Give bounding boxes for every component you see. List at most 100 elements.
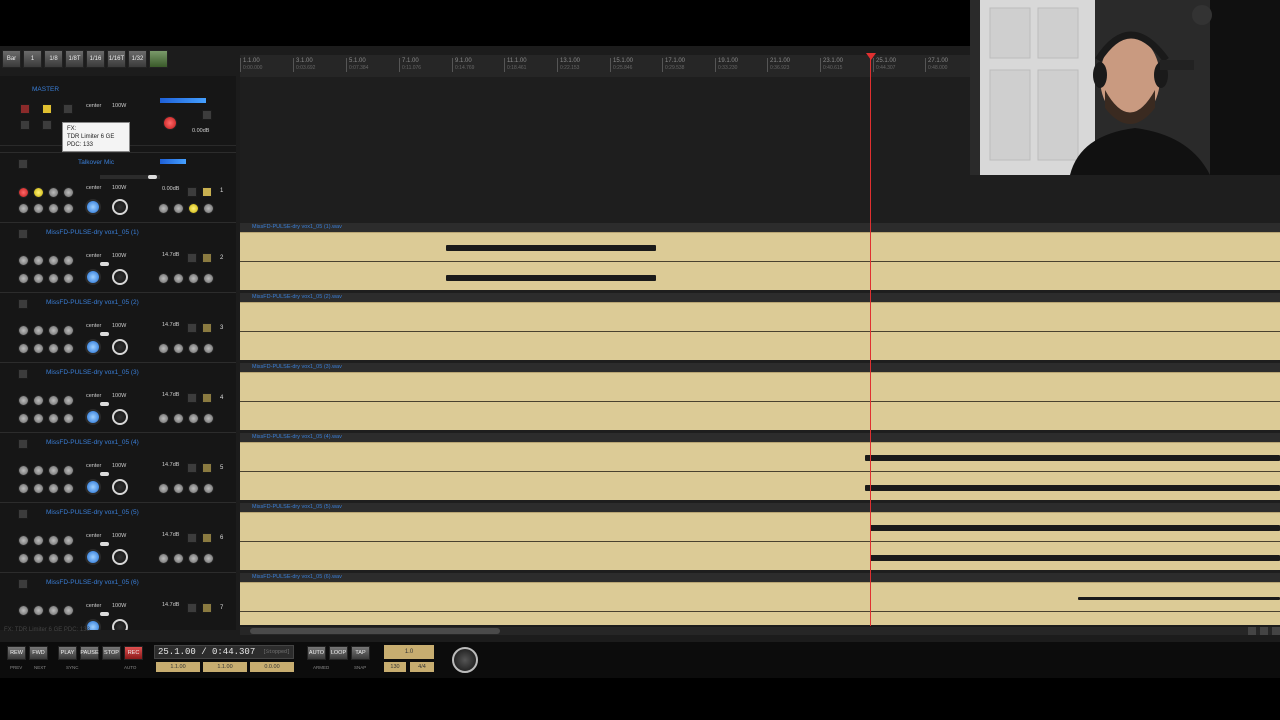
playhead-marker[interactable] xyxy=(866,53,876,60)
track-folder-icon[interactable] xyxy=(18,439,28,449)
talkover-solo-button[interactable] xyxy=(63,187,74,198)
grid-1-8-button[interactable]: 1/8 xyxy=(44,50,63,68)
track-fx-button[interactable] xyxy=(18,553,29,564)
track-monitor-button[interactable] xyxy=(33,255,44,266)
track-freeze-button[interactable] xyxy=(173,483,184,494)
track-env-toggle[interactable] xyxy=(202,393,212,403)
track-solo-button[interactable] xyxy=(63,255,74,266)
track-monitor-button[interactable] xyxy=(33,325,44,336)
track-lock-button[interactable] xyxy=(158,413,169,424)
talkover-env-button[interactable] xyxy=(33,203,44,214)
track-mute-button[interactable] xyxy=(48,395,59,406)
track-env-button[interactable] xyxy=(33,553,44,564)
track-phase-button[interactable] xyxy=(63,273,74,284)
track-solo-button[interactable] xyxy=(63,535,74,546)
audio-clip[interactable] xyxy=(240,372,1280,430)
track-folder-icon[interactable] xyxy=(18,369,28,379)
horizontal-scrollbar[interactable] xyxy=(240,627,1280,635)
talkover-width-knob[interactable] xyxy=(112,199,128,215)
zoom-in-button[interactable] xyxy=(1260,627,1268,635)
grid-1-16-button[interactable]: 1/16 xyxy=(86,50,105,68)
talkover-fader[interactable] xyxy=(100,175,160,179)
track-io-button[interactable] xyxy=(48,483,59,494)
master-io-button[interactable] xyxy=(20,120,30,130)
clip-header[interactable]: MissFD-PULSE-dry vox1_05 (2).wav xyxy=(240,293,1280,302)
track-freeze-button[interactable] xyxy=(173,273,184,284)
track-route-button[interactable] xyxy=(187,463,197,473)
jog-wheel-icon[interactable] xyxy=(452,647,478,673)
tap-button[interactable]: TAP xyxy=(351,646,370,660)
track-arm-button[interactable] xyxy=(18,465,29,476)
talkover-lock-button[interactable] xyxy=(158,203,169,214)
forward-button[interactable]: FWD xyxy=(29,646,48,660)
audio-clip[interactable] xyxy=(240,512,1280,570)
playrate-display[interactable]: 1.0 xyxy=(384,645,434,659)
track-mute-button[interactable] xyxy=(48,535,59,546)
track-solo-button[interactable] xyxy=(63,605,74,616)
track-env-button[interactable] xyxy=(33,413,44,424)
track-fader-thumb[interactable] xyxy=(100,402,109,406)
track-route-button[interactable] xyxy=(187,393,197,403)
record-button[interactable]: REC xyxy=(124,646,143,660)
track-env-toggle[interactable] xyxy=(202,323,212,333)
clip-header[interactable]: MissFD-PULSE-dry vox1_05 (3).wav xyxy=(240,363,1280,372)
talkover-env-toggle[interactable] xyxy=(202,187,212,197)
track-env-toggle[interactable] xyxy=(202,253,212,263)
track-route-button[interactable] xyxy=(187,533,197,543)
track-folder-icon[interactable] xyxy=(18,299,28,309)
selection-start[interactable]: 1.1.00 xyxy=(156,662,200,672)
track-monitor-button[interactable] xyxy=(33,395,44,406)
track-width-knob[interactable] xyxy=(112,409,128,425)
stop-button[interactable]: STOP xyxy=(102,646,121,660)
track-monitor-button[interactable] xyxy=(33,605,44,616)
talkover-output-button[interactable] xyxy=(203,203,214,214)
track-mute-button[interactable] xyxy=(48,605,59,616)
track-freeze-button[interactable] xyxy=(173,343,184,354)
track-phase-button[interactable] xyxy=(63,343,74,354)
track-width-knob[interactable] xyxy=(112,479,128,495)
track-pan-knob[interactable] xyxy=(85,479,101,495)
audio-clip[interactable] xyxy=(240,582,1280,625)
loop-button[interactable]: LOOP xyxy=(329,646,348,660)
grid-1-16t-button[interactable]: 1/16T xyxy=(107,50,126,68)
master-record-button[interactable] xyxy=(163,116,177,130)
track-solo-button[interactable] xyxy=(63,325,74,336)
auto-button[interactable]: AUTO xyxy=(307,646,326,660)
track-io-button[interactable] xyxy=(48,343,59,354)
track-pan-knob[interactable] xyxy=(85,549,101,565)
track-lock-button[interactable] xyxy=(158,553,169,564)
track-fader-thumb[interactable] xyxy=(100,612,109,616)
track-fx-button[interactable] xyxy=(18,483,29,494)
track-freeze-button[interactable] xyxy=(173,413,184,424)
track-mute-button[interactable] xyxy=(48,325,59,336)
track-folder-icon[interactable] xyxy=(18,509,28,519)
track-phase-button[interactable] xyxy=(63,413,74,424)
talkover-io-button[interactable] xyxy=(48,203,59,214)
master-phase-button[interactable] xyxy=(202,110,212,120)
track-folder-icon[interactable] xyxy=(18,579,28,589)
track-fader-thumb[interactable] xyxy=(100,332,109,336)
track-width-knob[interactable] xyxy=(112,269,128,285)
track-fx-button[interactable] xyxy=(18,343,29,354)
track-pan-knob[interactable] xyxy=(85,269,101,285)
track-pan-knob[interactable] xyxy=(85,409,101,425)
rewind-button[interactable]: REW xyxy=(7,646,26,660)
track-output-button[interactable] xyxy=(203,553,214,564)
track-mute-button[interactable] xyxy=(48,255,59,266)
talkover-arm-button[interactable] xyxy=(18,187,29,198)
time-display[interactable]: 25.1.00 / 0:44.307 [Stopped] xyxy=(154,645,294,659)
master-route-button[interactable] xyxy=(42,120,52,130)
talkover-input-button[interactable] xyxy=(188,203,199,214)
master-fx-button[interactable] xyxy=(42,104,52,114)
talkover-fx-button[interactable] xyxy=(18,203,29,214)
track-width-knob[interactable] xyxy=(112,549,128,565)
track-monitor-button[interactable] xyxy=(33,465,44,476)
track-pan-knob[interactable] xyxy=(85,339,101,355)
track-fx-button[interactable] xyxy=(18,413,29,424)
track-input-button[interactable] xyxy=(188,343,199,354)
clip-header[interactable]: MissFD-PULSE-dry vox1_05 (6).wav xyxy=(240,573,1280,582)
track-route-button[interactable] xyxy=(187,323,197,333)
selection-end[interactable]: 1.1.00 xyxy=(203,662,247,672)
track-env-button[interactable] xyxy=(33,343,44,354)
talkover-phase-button[interactable] xyxy=(63,203,74,214)
